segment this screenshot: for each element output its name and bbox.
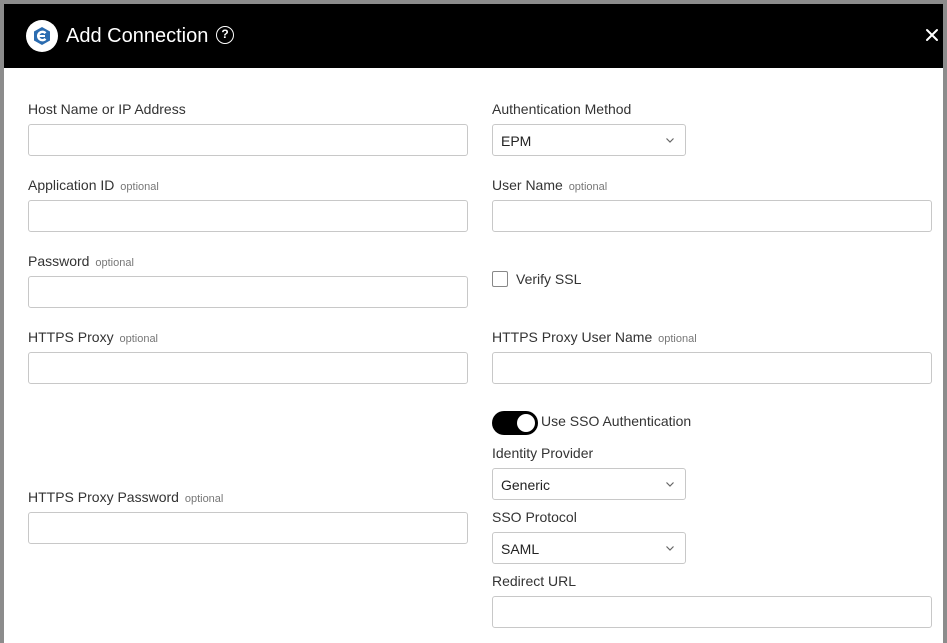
chevron-down-icon xyxy=(666,546,674,551)
identity-provider-value: Generic xyxy=(501,477,551,493)
add-connection-dialog: Add Connection ? Host Name or IP Address… xyxy=(4,4,943,643)
sso-protocol-select[interactable]: SAML xyxy=(492,532,686,564)
auth-method-label: Authentication Method xyxy=(492,101,632,117)
https-proxy-label: HTTPS Proxy optional xyxy=(28,329,159,345)
https-proxy-user-input[interactable] xyxy=(492,352,932,384)
identity-provider-label: Identity Provider xyxy=(492,445,594,461)
toggle-knob xyxy=(517,414,535,432)
https-proxy-input[interactable] xyxy=(28,352,468,384)
optional-tag: optional xyxy=(120,181,159,193)
user-name-input[interactable] xyxy=(492,200,932,232)
redirect-url-label: Redirect URL xyxy=(492,573,577,589)
dialog-title: Add Connection xyxy=(66,25,209,47)
auth-method-select[interactable]: EPM xyxy=(492,124,686,156)
chevron-down-icon xyxy=(666,138,674,143)
use-sso-toggle[interactable] xyxy=(492,411,538,435)
host-input[interactable] xyxy=(28,124,468,156)
verify-ssl-label: Verify SSL xyxy=(516,271,582,287)
optional-tag: optional xyxy=(658,333,697,345)
use-sso-label: Use SSO Authentication xyxy=(541,413,692,429)
application-id-input[interactable] xyxy=(28,200,468,232)
redirect-url-input[interactable] xyxy=(492,596,932,628)
close-icon[interactable] xyxy=(922,25,942,45)
https-proxy-password-label: HTTPS Proxy Password optional xyxy=(28,489,224,505)
identity-provider-select[interactable]: Generic xyxy=(492,468,686,500)
https-proxy-password-input[interactable] xyxy=(28,512,468,544)
optional-tag: optional xyxy=(95,257,134,269)
chevron-down-icon xyxy=(666,482,674,487)
auth-method-value: EPM xyxy=(501,133,532,149)
question-circle-icon[interactable]: ? xyxy=(216,26,234,44)
password-label: Password optional xyxy=(28,253,134,269)
sso-protocol-label: SSO Protocol xyxy=(492,509,577,525)
password-input[interactable] xyxy=(28,276,468,308)
verify-ssl-checkbox[interactable] xyxy=(492,271,508,287)
sso-protocol-value: SAML xyxy=(501,541,540,557)
optional-tag: optional xyxy=(184,493,224,505)
application-id-label: Application ID optional xyxy=(28,177,159,193)
user-name-label: User Name optional xyxy=(492,177,608,193)
optional-tag: optional xyxy=(568,181,608,193)
host-label: Host Name or IP Address xyxy=(28,101,186,117)
dialog-header: Add Connection ? xyxy=(4,4,943,68)
optional-tag: optional xyxy=(119,333,159,345)
https-proxy-user-label: HTTPS Proxy User Name optional xyxy=(492,329,697,345)
app-logo-icon xyxy=(26,20,58,52)
